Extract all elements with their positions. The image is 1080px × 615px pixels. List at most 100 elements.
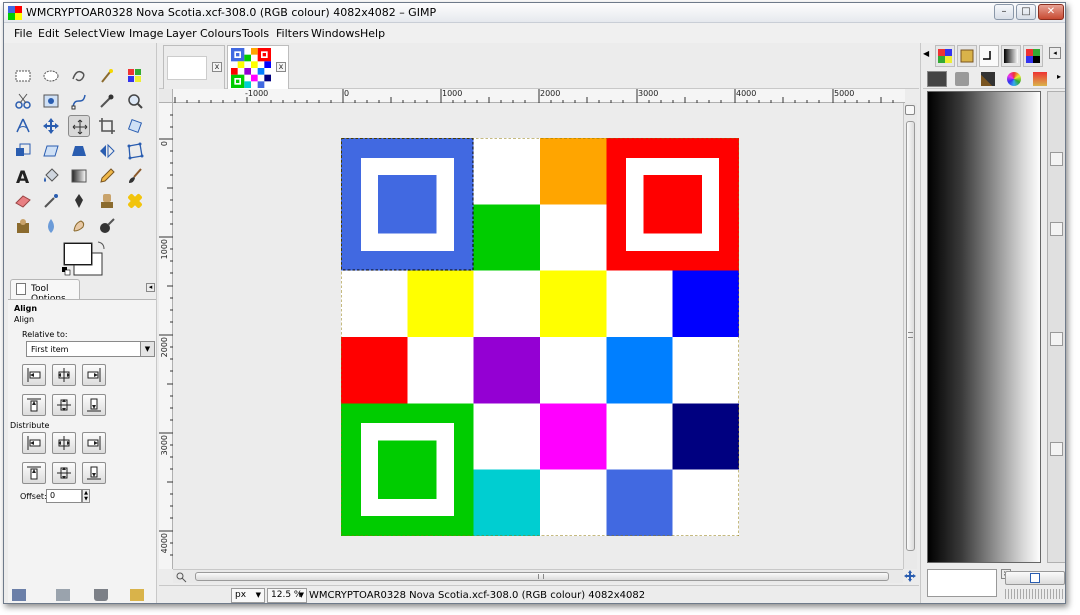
image-canvas[interactable] — [341, 138, 739, 536]
align-center-button[interactable] — [52, 364, 76, 386]
dock-menu-icon[interactable]: ◂ — [1049, 47, 1061, 59]
measure-tool-icon[interactable] — [12, 115, 34, 137]
rotate-tool-icon[interactable] — [124, 115, 146, 137]
tool-options-tab[interactable]: Tool Options — [10, 279, 80, 304]
eraser-tool-icon[interactable] — [12, 190, 34, 212]
distribute-top-button[interactable] — [22, 462, 46, 484]
paths-tab[interactable] — [979, 45, 999, 67]
align-tool-icon[interactable] — [68, 115, 90, 137]
menu-tools[interactable]: Tools — [242, 27, 269, 40]
scale-tool-icon[interactable] — [12, 140, 34, 162]
restore-options-icon[interactable] — [56, 589, 70, 601]
align-left-button[interactable] — [22, 364, 46, 386]
clone-tool-icon[interactable] — [96, 190, 118, 212]
distribute-left-button[interactable] — [22, 432, 46, 454]
blend-tool-icon[interactable] — [68, 165, 90, 187]
shear-tool-icon[interactable] — [40, 140, 62, 162]
smudge-tool-icon[interactable] — [68, 215, 90, 237]
heal-tool-icon[interactable] — [124, 190, 146, 212]
menu-layer[interactable]: Layer — [166, 27, 197, 40]
image-tab-1[interactable]: x — [163, 45, 225, 89]
paintbrush-tool-icon[interactable] — [124, 165, 146, 187]
pencil-tool-icon[interactable] — [96, 165, 118, 187]
gradients-tab[interactable] — [1001, 45, 1021, 67]
tab-menu-icon[interactable]: ◂ — [146, 283, 155, 292]
maximize-button[interactable]: □ — [1016, 4, 1036, 20]
menu-edit[interactable]: Edit — [38, 27, 59, 40]
flip-tool-icon[interactable] — [96, 140, 118, 162]
horizontal-scrollbar[interactable] — [173, 569, 903, 583]
menu-filters[interactable]: Filters — [276, 27, 309, 40]
dodge-burn-tool-icon[interactable] — [96, 215, 118, 237]
perspective-tool-icon[interactable] — [68, 140, 90, 162]
minimize-button[interactable]: – — [994, 4, 1014, 20]
close-tab-icon[interactable]: x — [276, 62, 286, 72]
horizontal-ruler[interactable]: -1000 0 1000 2000 3000 4000 5000 — [173, 89, 905, 103]
unit-select[interactable]: px ▼ — [231, 588, 265, 603]
menu-select[interactable]: Select — [64, 27, 98, 40]
offset-stepper-icon[interactable]: ▲ ▼ — [82, 489, 90, 503]
horizontal-scroll-thumb[interactable] — [195, 572, 889, 581]
distribute-right-button[interactable] — [82, 432, 106, 454]
menu-help[interactable]: Help — [360, 27, 385, 40]
airbrush-tool-icon[interactable] — [40, 190, 62, 212]
channels-tab-icon[interactable] — [955, 72, 969, 86]
dock-side-panel[interactable] — [1047, 91, 1065, 563]
vertical-ruler[interactable]: 0 1000 2000 3000 4000 — [159, 103, 173, 569]
palettes-tab[interactable] — [1023, 45, 1043, 67]
distribute-bottom-button[interactable] — [82, 462, 106, 484]
relative-to-select[interactable]: First item ▼ — [26, 341, 155, 357]
brushes-tab[interactable] — [957, 45, 977, 67]
offset-input[interactable]: 0 — [46, 489, 82, 503]
close-tab-icon[interactable]: x — [212, 62, 222, 72]
dock-preview-box[interactable] — [927, 569, 997, 597]
navigate-cross-icon[interactable] — [903, 569, 917, 583]
zoom-select[interactable]: 12.5 % ▼ — [267, 588, 307, 603]
zoom-toggle-icon[interactable] — [175, 571, 187, 583]
menu-colours[interactable]: Colours — [200, 27, 241, 40]
distribute-middle-button[interactable] — [52, 462, 76, 484]
vertical-scrollbar[interactable] — [903, 103, 917, 569]
side-tab-icon[interactable] — [1050, 332, 1063, 346]
quick-mask-corner[interactable] — [159, 89, 173, 103]
vertical-scroll-thumb[interactable] — [906, 121, 915, 551]
image-tab-2[interactable]: x — [227, 45, 289, 89]
align-top-button[interactable] — [22, 394, 46, 416]
tab-scroll-left-icon[interactable]: ◀ — [923, 49, 929, 58]
text-tool-icon[interactable]: A — [12, 165, 34, 187]
distribute-center-button[interactable] — [52, 432, 76, 454]
ellipse-select-tool-icon[interactable] — [40, 65, 62, 87]
menu-file[interactable]: File — [14, 27, 32, 40]
crop-tool-icon[interactable] — [96, 115, 118, 137]
gradient-preview[interactable] — [927, 91, 1041, 563]
blur-tool-icon[interactable] — [40, 215, 62, 237]
ink-tool-icon[interactable] — [68, 190, 90, 212]
scissors-tool-icon[interactable] — [12, 90, 34, 112]
patterns-tab[interactable] — [935, 45, 955, 67]
select-by-color-tool-icon[interactable] — [124, 65, 146, 87]
menu-view[interactable]: View — [99, 27, 125, 40]
edit-gradient-button[interactable] — [1005, 571, 1065, 585]
close-button[interactable]: ✕ — [1038, 4, 1064, 20]
bucket-fill-tool-icon[interactable] — [40, 165, 62, 187]
side-tab-icon[interactable] — [1050, 152, 1063, 166]
layers-tab-icon[interactable] — [927, 71, 947, 87]
align-right-button[interactable] — [82, 364, 106, 386]
align-middle-button[interactable] — [52, 394, 76, 416]
tab-more-icon[interactable]: ▸ — [1057, 72, 1061, 81]
fuzzy-select-tool-icon[interactable] — [96, 65, 118, 87]
align-bottom-button[interactable] — [82, 394, 106, 416]
rect-select-tool-icon[interactable] — [12, 65, 34, 87]
fg-bg-color-swatch[interactable] — [60, 241, 108, 277]
fonts-tab-icon[interactable] — [1033, 72, 1047, 86]
image-canvas-viewport[interactable] — [174, 104, 902, 568]
menu-windows[interactable]: Windows — [311, 27, 360, 40]
side-tab-icon[interactable] — [1050, 442, 1063, 456]
zoom-tool-icon[interactable] — [124, 90, 146, 112]
menu-image[interactable]: Image — [129, 27, 163, 40]
reset-options-icon[interactable] — [130, 589, 144, 601]
navigate-button[interactable] — [905, 105, 915, 115]
brush-tab-icon[interactable] — [981, 72, 995, 86]
perspective-clone-tool-icon[interactable] — [12, 215, 34, 237]
foreground-select-tool-icon[interactable] — [40, 90, 62, 112]
